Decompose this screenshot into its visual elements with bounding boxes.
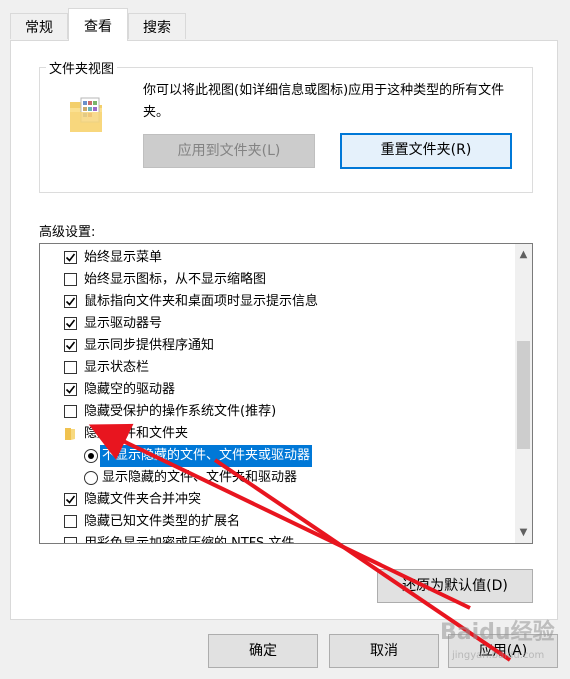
list-item-label: 用彩色显示加密或压缩的 NTFS 文件 [84,536,295,544]
folder-views-description: 你可以将此视图(如详细信息或图标)应用于这种类型的所有文件夹。 [143,83,505,120]
watermark-logo: Baidu经验 [440,620,555,645]
checkbox-checked[interactable] [64,295,77,308]
checkbox-checked[interactable] [64,383,77,396]
watermark-url: jingyan.baidu.com [452,650,545,661]
tab-view[interactable]: 查看 [68,8,128,41]
checkbox[interactable] [64,515,77,528]
list-item-label: 显示同步提供程序通知 [84,338,215,353]
restore-defaults-button[interactable]: 还原为默认值(D) [377,569,533,603]
reset-folders-button[interactable]: 重置文件夹(R) [340,133,512,169]
list-item-label: 始终显示菜单 [84,250,163,265]
checkbox-checked[interactable] [64,493,77,506]
ok-button[interactable]: 确定 [208,634,318,668]
tab-search[interactable]: 搜索 [128,13,186,39]
checkbox[interactable] [64,273,77,286]
cancel-button[interactable]: 取消 [329,634,439,668]
list-item-label: 显示状态栏 [84,360,150,375]
folder-icon [64,427,76,449]
list-item-label: 隐藏文件夹合并冲突 [84,492,202,507]
list-item-label: 始终显示图标，从不显示缩略图 [84,272,267,287]
checkbox[interactable] [64,361,77,374]
list-item-label: 不显示隐藏的文件、文件夹或驱动器 [100,445,313,467]
list-item-label: 隐藏已知文件类型的扩展名 [84,514,241,529]
scrollbar[interactable]: ▲ ▼ [515,244,532,543]
checkbox-checked[interactable] [64,339,77,352]
list-item-label: 隐藏受保护的操作系统文件(推荐) [84,404,277,419]
list-item-label: 隐藏文件和文件夹 [84,426,189,441]
folder-views-title: 文件夹视图 [46,58,118,77]
checkbox-checked[interactable] [64,251,77,264]
checkbox[interactable] [64,405,77,418]
list-item-label: 显示驱动器号 [84,316,163,331]
advanced-settings-label: 高级设置: [39,225,96,240]
scroll-thumb[interactable] [517,341,530,449]
tab-general[interactable]: 常规 [10,13,68,39]
tab-bar: 常规 查看 搜索 [0,0,570,41]
radio-selected[interactable] [84,449,98,463]
advanced-settings-list[interactable]: 始终显示菜单始终显示图标，从不显示缩略图鼠标指向文件夹和桌面项时显示提示信息 显示… [39,243,533,544]
view-tab-panel: 文件夹视图 你可以将此视图(如详细信息或图标)应用于这种类型的所有文件夹。 应用… [10,40,558,620]
radio[interactable] [84,471,98,485]
scroll-down-icon[interactable]: ▼ [515,524,532,541]
scroll-up-icon[interactable]: ▲ [515,246,532,263]
list-item-label: 鼠标指向文件夹和桌面项时显示提示信息 [84,294,319,309]
checkbox[interactable] [64,537,77,543]
apply-to-folders-button[interactable]: 应用到文件夹(L) [143,134,315,168]
list-item-label: 隐藏空的驱动器 [84,382,176,397]
list-item-label: 显示隐藏的文件、文件夹和驱动器 [102,470,298,485]
checkbox-checked[interactable] [64,317,77,330]
folder-view-icon [68,96,104,134]
folder-views-group: 文件夹视图 你可以将此视图(如详细信息或图标)应用于这种类型的所有文件夹。 应用… [39,58,533,193]
